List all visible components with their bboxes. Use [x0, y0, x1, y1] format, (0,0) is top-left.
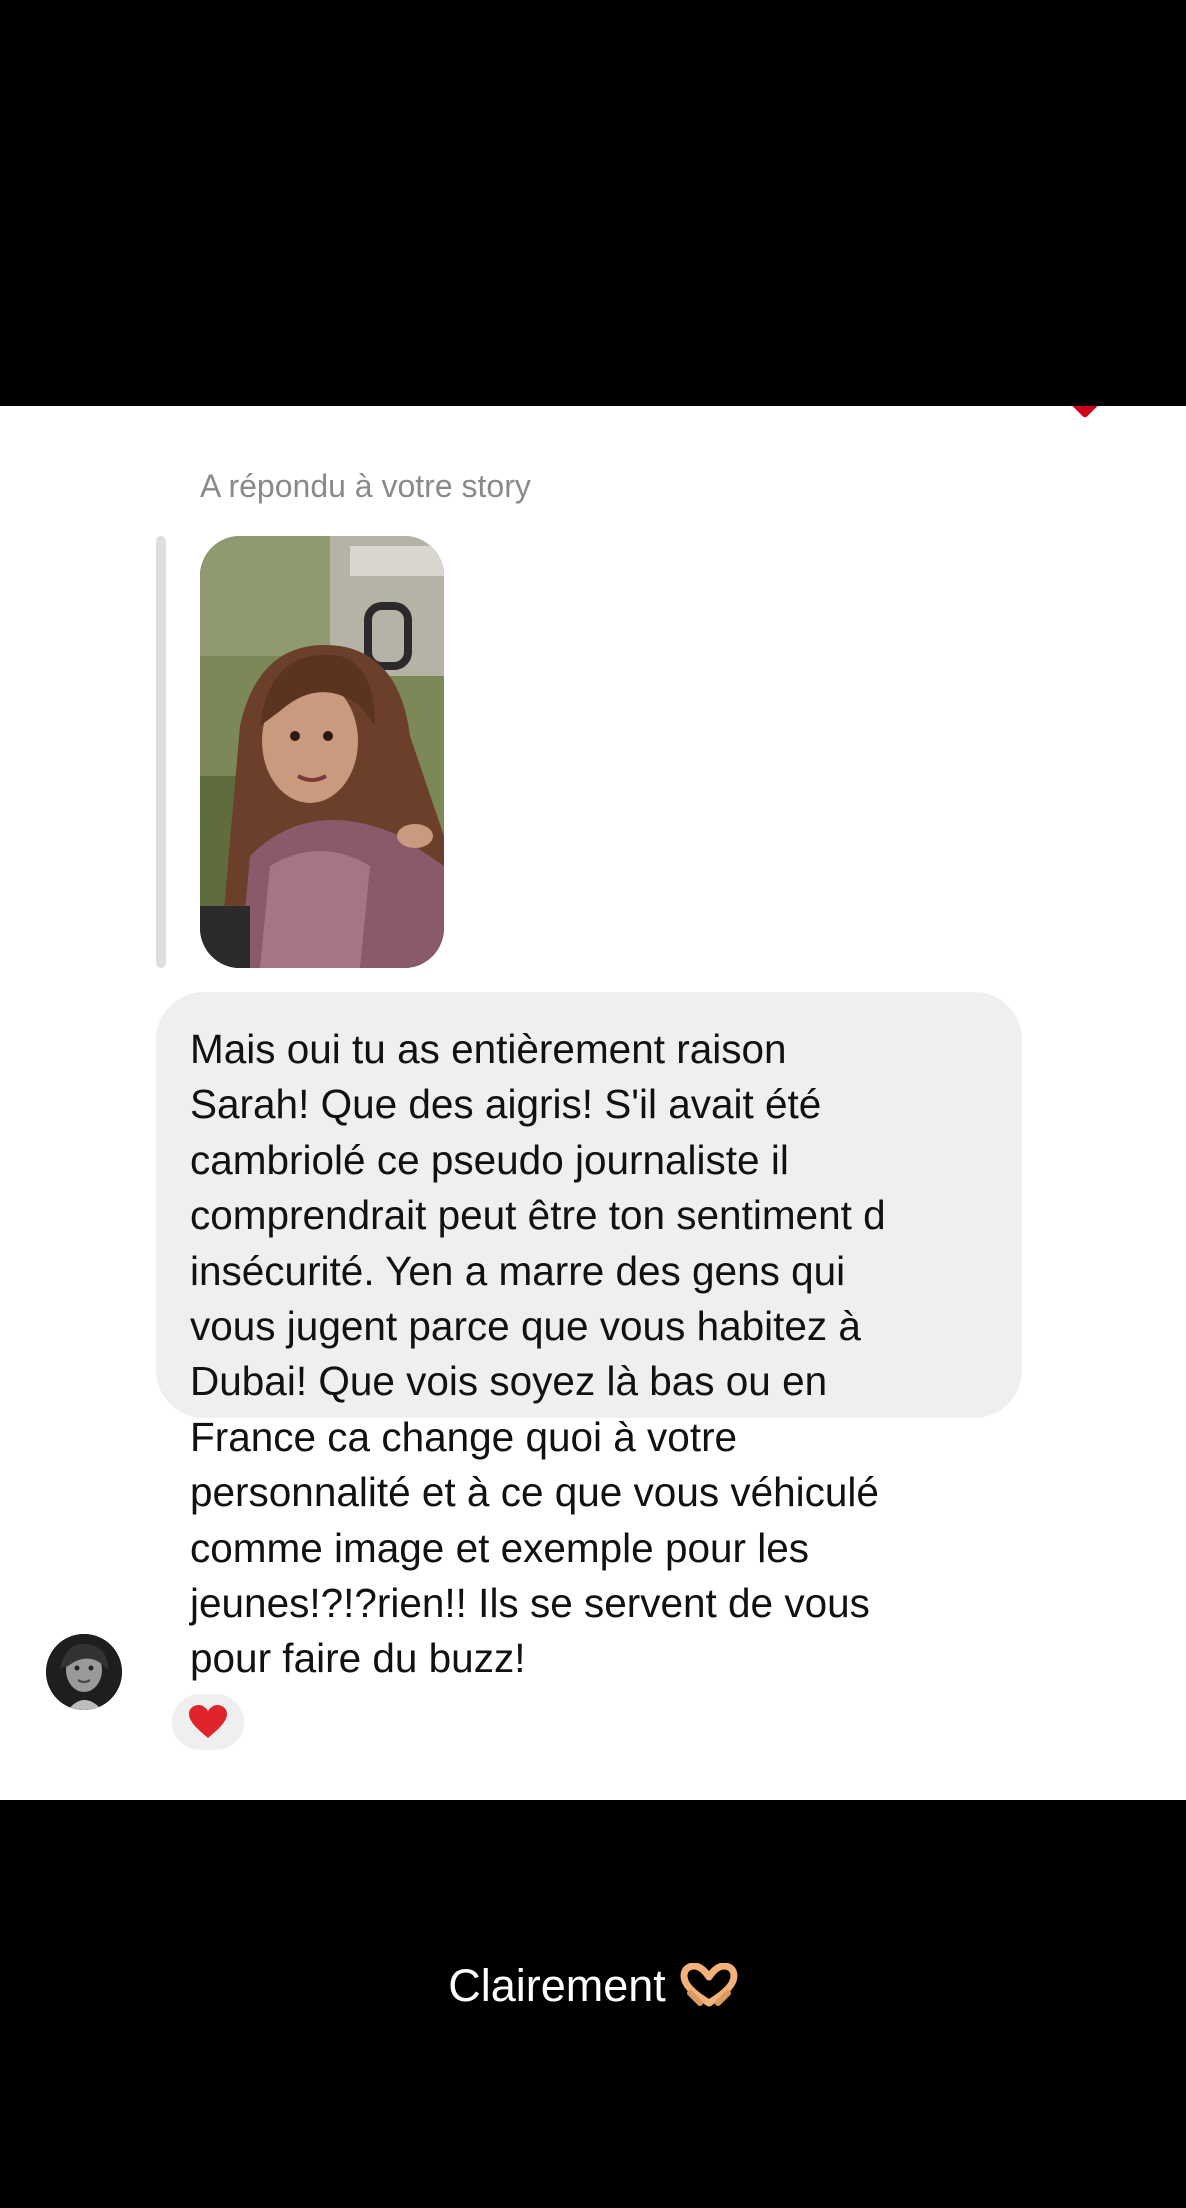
heart-reaction[interactable]	[168, 1690, 248, 1754]
heart-hands-icon	[680, 1963, 738, 2007]
user-avatar[interactable]	[46, 1634, 122, 1710]
story-reply-note: A répondu à votre story	[200, 468, 531, 504]
caption: Clairement	[0, 1960, 1186, 2012]
heart-icon	[1069, 406, 1101, 419]
message-bubble[interactable]: Mais oui tu as entièrement raison Sarah!…	[156, 992, 1022, 1681]
caption-text: Clairement	[448, 1960, 666, 2011]
reply-quote-bar	[156, 536, 166, 968]
heart-icon	[189, 1705, 227, 1738]
chat-screenshot: A répondu à votre story Mais oui tu as e…	[0, 406, 1186, 1800]
top-black-band	[0, 0, 1186, 406]
message-text: Mais oui tu as entièrement raison Sarah!…	[190, 1026, 886, 1682]
story-thumbnail[interactable]	[200, 536, 444, 968]
